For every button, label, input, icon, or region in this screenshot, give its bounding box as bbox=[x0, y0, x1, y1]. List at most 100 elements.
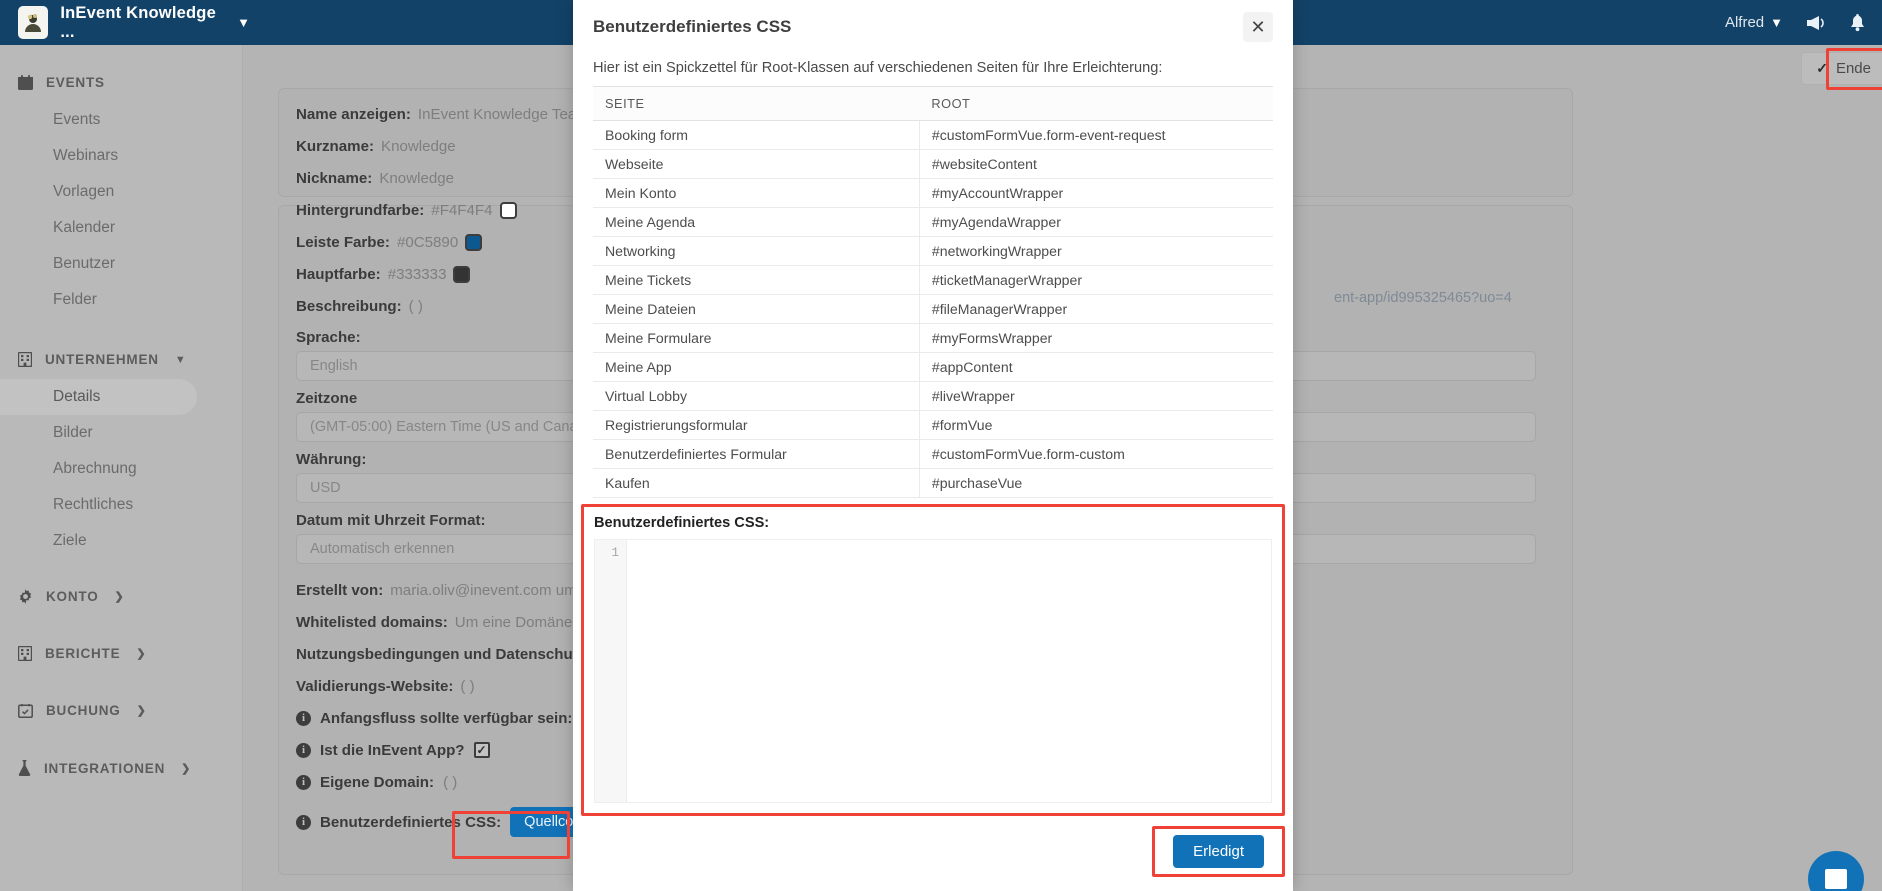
code-editor[interactable]: 1 bbox=[594, 539, 1272, 803]
chevron-down-icon[interactable]: ▼ bbox=[237, 15, 250, 30]
field-value[interactable]: ( ) bbox=[460, 678, 474, 695]
cell-seite: Kaufen bbox=[593, 468, 920, 498]
cell-seite: Virtual Lobby bbox=[593, 381, 920, 411]
field-value[interactable]: Knowledge bbox=[379, 170, 454, 187]
sidebar-section-konto[interactable]: KONTO ❯ bbox=[0, 577, 242, 616]
select-value: USD bbox=[310, 480, 341, 496]
cell-root: #liveWrapper bbox=[919, 381, 1273, 411]
check-icon: ✓ bbox=[1816, 60, 1828, 76]
row-label: Benutzerdefiniertes CSS: bbox=[320, 813, 502, 831]
sidebar-section-buchung[interactable]: BUCHUNG ❯ bbox=[0, 691, 242, 730]
checkbox-inevent-app[interactable]: ✓ bbox=[473, 742, 490, 758]
field-value[interactable]: #0C5890 bbox=[397, 234, 458, 251]
cell-root: #ticketManagerWrapper bbox=[919, 265, 1273, 295]
cell-root: #myAccountWrapper bbox=[919, 178, 1273, 208]
building-icon bbox=[18, 352, 32, 367]
user-menu[interactable]: Alfred bbox=[1725, 14, 1764, 31]
cell-seite: Networking bbox=[593, 236, 920, 266]
chevron-right-icon[interactable]: ❯ bbox=[137, 704, 147, 717]
field-label: Name anzeigen: bbox=[296, 105, 411, 123]
cell-seite: Meine App bbox=[593, 352, 920, 382]
table-row: Benutzerdefiniertes Formular #customFormV… bbox=[593, 439, 1273, 469]
sidebar-item-felder[interactable]: Felder bbox=[0, 282, 242, 318]
chevron-right-icon[interactable]: ❯ bbox=[136, 647, 146, 660]
field-label: Eigene Domain: bbox=[320, 773, 435, 791]
bell-icon[interactable] bbox=[1849, 13, 1866, 32]
cell-root: #websiteContent bbox=[919, 149, 1273, 179]
field-value[interactable]: ( ) bbox=[409, 298, 423, 315]
column-header-root: ROOT bbox=[919, 86, 1273, 121]
megaphone-icon[interactable] bbox=[1805, 14, 1827, 32]
color-swatch[interactable] bbox=[499, 201, 517, 219]
table-row: Meine Dateien #fileManagerWrapper bbox=[593, 294, 1273, 324]
gear-icon bbox=[18, 589, 33, 604]
chevron-right-icon[interactable]: ❯ bbox=[115, 590, 125, 603]
chevron-down-icon[interactable]: ▼ bbox=[1770, 15, 1783, 30]
table-row: Virtual Lobby #liveWrapper bbox=[593, 381, 1273, 411]
sidebar-section-label: KONTO bbox=[46, 589, 99, 604]
field-value[interactable]: Knowledge bbox=[381, 138, 456, 155]
cell-seite: Booking form bbox=[593, 120, 920, 150]
field-value[interactable]: #F4F4F4 bbox=[431, 202, 492, 219]
field-value[interactable]: #333333 bbox=[388, 266, 447, 283]
chevron-down-icon[interactable]: ▼ bbox=[175, 354, 187, 366]
field-label: Erstellt von: bbox=[296, 581, 384, 599]
sidebar-item-webinars[interactable]: Webinars bbox=[0, 138, 242, 174]
sidebar-item-vorlagen[interactable]: Vorlagen bbox=[0, 174, 242, 210]
sidebar-item-kalender[interactable]: Kalender bbox=[0, 210, 242, 246]
cell-root: #myAgendaWrapper bbox=[919, 207, 1273, 237]
sidebar-section-berichte[interactable]: BERICHTE ❯ bbox=[0, 634, 242, 673]
field-label: Leiste Farbe: bbox=[296, 233, 390, 251]
ende-button[interactable]: ✓ Ende bbox=[1801, 52, 1882, 85]
close-icon[interactable]: ✕ bbox=[1243, 12, 1273, 42]
sidebar-item-details[interactable]: Details bbox=[0, 379, 197, 415]
cell-root: #formVue bbox=[919, 410, 1273, 440]
info-icon[interactable]: i bbox=[296, 774, 311, 790]
sidebar-section-events[interactable]: EVENTS bbox=[0, 63, 242, 102]
calendar-check-icon bbox=[18, 703, 33, 718]
cell-root: #customFormVue.form-event-request bbox=[919, 120, 1273, 150]
erledigt-button[interactable]: Erledigt bbox=[1173, 835, 1264, 868]
sidebar-section-label: BUCHUNG bbox=[46, 703, 121, 718]
sidebar-item-bilder[interactable]: Bilder bbox=[0, 415, 242, 451]
css-code-input[interactable] bbox=[627, 540, 1271, 802]
toggle-label: Anfangsfluss sollte verfügbar sein: bbox=[320, 709, 573, 727]
sidebar-section-label: UNTERNEHMEN bbox=[45, 352, 159, 367]
field-label: Nickname: bbox=[296, 169, 373, 187]
sidebar-item-rechtliches[interactable]: Rechtliches bbox=[0, 487, 242, 523]
sidebar-section-label: EVENTS bbox=[46, 75, 105, 90]
modal-subtitle: Hier ist ein Spickzettel für Root-Klasse… bbox=[593, 60, 1163, 76]
table-row: Mein Konto #myAccountWrapper bbox=[593, 178, 1273, 208]
sidebar-item-abrechnung[interactable]: Abrechnung bbox=[0, 451, 242, 487]
field-value[interactable]: ( ) bbox=[443, 774, 457, 791]
info-icon[interactable]: i bbox=[296, 742, 311, 758]
cell-seite: Meine Formulare bbox=[593, 323, 920, 353]
sidebar-section-integrationen[interactable]: INTEGRATIONEN ❯ bbox=[0, 748, 242, 788]
table-row: Meine Tickets #ticketManagerWrapper bbox=[593, 265, 1273, 295]
sidebar-item-benutzer[interactable]: Benutzer bbox=[0, 246, 242, 282]
column-header-seite: SEITE bbox=[593, 86, 920, 121]
root-classes-table: SEITE ROOT Booking form #customFormVue.fo… bbox=[593, 86, 1273, 498]
cell-root: #myFormsWrapper bbox=[919, 323, 1273, 353]
chat-bubble-glyph bbox=[1825, 869, 1847, 889]
cell-seite: Registrierungsformular bbox=[593, 410, 920, 440]
table-row: Meine App #appContent bbox=[593, 352, 1273, 382]
info-icon[interactable]: i bbox=[296, 710, 311, 726]
table-row: Meine Formulare #myFormsWrapper bbox=[593, 323, 1273, 353]
cell-root: #purchaseVue bbox=[919, 468, 1273, 498]
calendar-icon bbox=[18, 75, 33, 90]
sidebar-item-ziele[interactable]: Ziele bbox=[0, 523, 242, 559]
sidebar-section-unternehmen[interactable]: UNTERNEHMEN ▼ bbox=[0, 340, 242, 379]
select-value: Automatisch erkennen bbox=[310, 541, 455, 557]
cell-seite: Benutzerdefiniertes Formular bbox=[593, 439, 920, 469]
brand-selector[interactable]: InEvent Knowledge ... ▼ bbox=[0, 4, 250, 42]
info-icon[interactable]: i bbox=[296, 814, 311, 830]
color-swatch[interactable] bbox=[453, 265, 471, 283]
field-value[interactable]: InEvent Knowledge Team bbox=[418, 106, 589, 123]
cell-root: #networkingWrapper bbox=[919, 236, 1273, 266]
color-swatch[interactable] bbox=[465, 233, 483, 251]
sidebar-item-events[interactable]: Events bbox=[0, 102, 242, 138]
field-label: Beschreibung: bbox=[296, 297, 402, 315]
cell-root: #fileManagerWrapper bbox=[919, 294, 1273, 324]
chevron-right-icon[interactable]: ❯ bbox=[181, 762, 191, 775]
